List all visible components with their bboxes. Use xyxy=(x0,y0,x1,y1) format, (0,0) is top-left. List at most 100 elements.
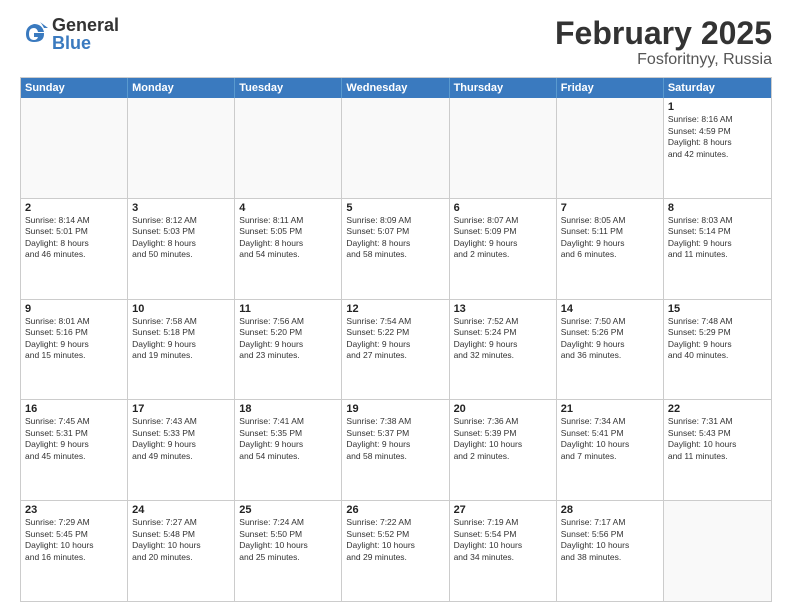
day-details: Sunrise: 7:29 AM Sunset: 5:45 PM Dayligh… xyxy=(25,517,123,563)
calendar-week-row: 9Sunrise: 8:01 AM Sunset: 5:16 PM Daylig… xyxy=(21,299,771,400)
calendar-cell xyxy=(128,98,235,198)
day-number: 14 xyxy=(561,303,659,315)
day-number: 17 xyxy=(132,403,230,415)
day-number: 8 xyxy=(668,202,767,214)
calendar-cell: 27Sunrise: 7:19 AM Sunset: 5:54 PM Dayli… xyxy=(450,501,557,601)
calendar-cell xyxy=(342,98,449,198)
calendar-cell: 18Sunrise: 7:41 AM Sunset: 5:35 PM Dayli… xyxy=(235,400,342,500)
calendar-cell xyxy=(21,98,128,198)
day-number: 3 xyxy=(132,202,230,214)
day-details: Sunrise: 8:07 AM Sunset: 5:09 PM Dayligh… xyxy=(454,215,552,261)
calendar-title: February 2025 xyxy=(555,16,772,51)
calendar-week-row: 16Sunrise: 7:45 AM Sunset: 5:31 PM Dayli… xyxy=(21,399,771,500)
calendar-cell: 8Sunrise: 8:03 AM Sunset: 5:14 PM Daylig… xyxy=(664,199,771,299)
day-number: 6 xyxy=(454,202,552,214)
day-number: 9 xyxy=(25,303,123,315)
day-number: 20 xyxy=(454,403,552,415)
calendar-cell: 1Sunrise: 8:16 AM Sunset: 4:59 PM Daylig… xyxy=(664,98,771,198)
page: General Blue February 2025 Fosforitnyy, … xyxy=(0,0,792,612)
day-details: Sunrise: 7:34 AM Sunset: 5:41 PM Dayligh… xyxy=(561,416,659,462)
calendar-header-cell: Sunday xyxy=(21,78,128,98)
calendar-header-cell: Monday xyxy=(128,78,235,98)
day-number: 25 xyxy=(239,504,337,516)
calendar-header-cell: Friday xyxy=(557,78,664,98)
day-details: Sunrise: 8:16 AM Sunset: 4:59 PM Dayligh… xyxy=(668,114,767,160)
day-number: 13 xyxy=(454,303,552,315)
calendar-week-row: 1Sunrise: 8:16 AM Sunset: 4:59 PM Daylig… xyxy=(21,98,771,198)
logo: General Blue xyxy=(20,16,119,52)
day-details: Sunrise: 7:22 AM Sunset: 5:52 PM Dayligh… xyxy=(346,517,444,563)
day-number: 24 xyxy=(132,504,230,516)
calendar-cell: 12Sunrise: 7:54 AM Sunset: 5:22 PM Dayli… xyxy=(342,300,449,400)
calendar-cell: 22Sunrise: 7:31 AM Sunset: 5:43 PM Dayli… xyxy=(664,400,771,500)
day-number: 22 xyxy=(668,403,767,415)
day-details: Sunrise: 8:01 AM Sunset: 5:16 PM Dayligh… xyxy=(25,316,123,362)
logo-general: General xyxy=(52,16,119,34)
day-number: 12 xyxy=(346,303,444,315)
day-number: 27 xyxy=(454,504,552,516)
day-number: 28 xyxy=(561,504,659,516)
calendar-header-row: SundayMondayTuesdayWednesdayThursdayFrid… xyxy=(21,78,771,98)
day-number: 16 xyxy=(25,403,123,415)
day-details: Sunrise: 7:54 AM Sunset: 5:22 PM Dayligh… xyxy=(346,316,444,362)
calendar-cell: 3Sunrise: 8:12 AM Sunset: 5:03 PM Daylig… xyxy=(128,199,235,299)
calendar-cell: 23Sunrise: 7:29 AM Sunset: 5:45 PM Dayli… xyxy=(21,501,128,601)
calendar-cell: 24Sunrise: 7:27 AM Sunset: 5:48 PM Dayli… xyxy=(128,501,235,601)
day-details: Sunrise: 8:11 AM Sunset: 5:05 PM Dayligh… xyxy=(239,215,337,261)
day-details: Sunrise: 8:12 AM Sunset: 5:03 PM Dayligh… xyxy=(132,215,230,261)
day-number: 15 xyxy=(668,303,767,315)
day-details: Sunrise: 7:31 AM Sunset: 5:43 PM Dayligh… xyxy=(668,416,767,462)
calendar-cell: 13Sunrise: 7:52 AM Sunset: 5:24 PM Dayli… xyxy=(450,300,557,400)
day-details: Sunrise: 8:03 AM Sunset: 5:14 PM Dayligh… xyxy=(668,215,767,261)
logo-text: General Blue xyxy=(52,16,119,52)
day-details: Sunrise: 8:09 AM Sunset: 5:07 PM Dayligh… xyxy=(346,215,444,261)
calendar-cell: 4Sunrise: 8:11 AM Sunset: 5:05 PM Daylig… xyxy=(235,199,342,299)
calendar-cell: 17Sunrise: 7:43 AM Sunset: 5:33 PM Dayli… xyxy=(128,400,235,500)
calendar-cell: 19Sunrise: 7:38 AM Sunset: 5:37 PM Dayli… xyxy=(342,400,449,500)
calendar-header-cell: Saturday xyxy=(664,78,771,98)
day-number: 11 xyxy=(239,303,337,315)
calendar-cell xyxy=(235,98,342,198)
calendar-body: 1Sunrise: 8:16 AM Sunset: 4:59 PM Daylig… xyxy=(21,98,771,601)
day-details: Sunrise: 7:27 AM Sunset: 5:48 PM Dayligh… xyxy=(132,517,230,563)
logo-blue: Blue xyxy=(52,34,119,52)
calendar-week-row: 23Sunrise: 7:29 AM Sunset: 5:45 PM Dayli… xyxy=(21,500,771,601)
day-details: Sunrise: 8:14 AM Sunset: 5:01 PM Dayligh… xyxy=(25,215,123,261)
calendar-cell xyxy=(450,98,557,198)
calendar-cell: 26Sunrise: 7:22 AM Sunset: 5:52 PM Dayli… xyxy=(342,501,449,601)
day-details: Sunrise: 7:36 AM Sunset: 5:39 PM Dayligh… xyxy=(454,416,552,462)
day-details: Sunrise: 7:19 AM Sunset: 5:54 PM Dayligh… xyxy=(454,517,552,563)
calendar-cell xyxy=(664,501,771,601)
day-number: 10 xyxy=(132,303,230,315)
day-details: Sunrise: 7:48 AM Sunset: 5:29 PM Dayligh… xyxy=(668,316,767,362)
calendar-header-cell: Wednesday xyxy=(342,78,449,98)
calendar: SundayMondayTuesdayWednesdayThursdayFrid… xyxy=(20,77,772,602)
calendar-cell: 9Sunrise: 8:01 AM Sunset: 5:16 PM Daylig… xyxy=(21,300,128,400)
calendar-cell: 25Sunrise: 7:24 AM Sunset: 5:50 PM Dayli… xyxy=(235,501,342,601)
calendar-cell: 11Sunrise: 7:56 AM Sunset: 5:20 PM Dayli… xyxy=(235,300,342,400)
calendar-cell: 14Sunrise: 7:50 AM Sunset: 5:26 PM Dayli… xyxy=(557,300,664,400)
calendar-cell: 21Sunrise: 7:34 AM Sunset: 5:41 PM Dayli… xyxy=(557,400,664,500)
calendar-cell: 15Sunrise: 7:48 AM Sunset: 5:29 PM Dayli… xyxy=(664,300,771,400)
calendar-cell: 2Sunrise: 8:14 AM Sunset: 5:01 PM Daylig… xyxy=(21,199,128,299)
calendar-cell: 20Sunrise: 7:36 AM Sunset: 5:39 PM Dayli… xyxy=(450,400,557,500)
day-number: 23 xyxy=(25,504,123,516)
title-block: February 2025 Fosforitnyy, Russia xyxy=(555,16,772,69)
calendar-header-cell: Thursday xyxy=(450,78,557,98)
day-details: Sunrise: 7:50 AM Sunset: 5:26 PM Dayligh… xyxy=(561,316,659,362)
day-number: 1 xyxy=(668,101,767,113)
calendar-cell xyxy=(557,98,664,198)
calendar-cell: 7Sunrise: 8:05 AM Sunset: 5:11 PM Daylig… xyxy=(557,199,664,299)
day-number: 7 xyxy=(561,202,659,214)
day-details: Sunrise: 7:45 AM Sunset: 5:31 PM Dayligh… xyxy=(25,416,123,462)
calendar-cell: 5Sunrise: 8:09 AM Sunset: 5:07 PM Daylig… xyxy=(342,199,449,299)
calendar-week-row: 2Sunrise: 8:14 AM Sunset: 5:01 PM Daylig… xyxy=(21,198,771,299)
day-number: 4 xyxy=(239,202,337,214)
calendar-subtitle: Fosforitnyy, Russia xyxy=(555,51,772,69)
day-number: 21 xyxy=(561,403,659,415)
day-details: Sunrise: 7:52 AM Sunset: 5:24 PM Dayligh… xyxy=(454,316,552,362)
day-details: Sunrise: 7:56 AM Sunset: 5:20 PM Dayligh… xyxy=(239,316,337,362)
day-details: Sunrise: 7:43 AM Sunset: 5:33 PM Dayligh… xyxy=(132,416,230,462)
day-details: Sunrise: 8:05 AM Sunset: 5:11 PM Dayligh… xyxy=(561,215,659,261)
day-details: Sunrise: 7:17 AM Sunset: 5:56 PM Dayligh… xyxy=(561,517,659,563)
